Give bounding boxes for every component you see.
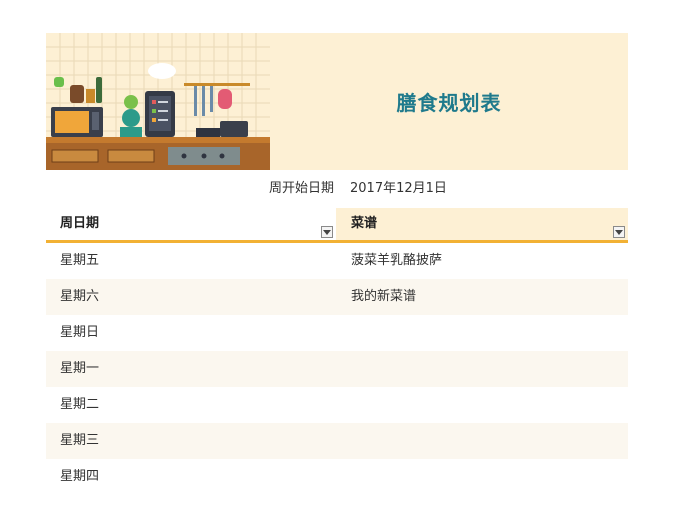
day-cell[interactable]: 星期日 xyxy=(60,315,99,351)
chevron-down-icon xyxy=(615,229,623,235)
day-cell[interactable]: 星期五 xyxy=(60,243,99,279)
recipe-cell[interactable]: 我的新菜谱 xyxy=(351,279,416,315)
table-row: 星期二 xyxy=(46,387,628,423)
day-cell[interactable]: 星期四 xyxy=(60,459,99,495)
kitchen-illustration xyxy=(46,33,270,170)
day-cell[interactable]: 星期一 xyxy=(60,351,99,387)
table-row: 星期三 xyxy=(46,423,628,459)
header-banner: 膳食规划表 xyxy=(46,33,628,170)
start-date-label: 周开始日期 xyxy=(268,181,334,196)
column-header-day[interactable]: 周日期 xyxy=(46,208,336,240)
table-header: 周日期 菜谱 xyxy=(46,208,628,243)
filter-dropdown-recipe[interactable] xyxy=(613,226,625,238)
column-header-recipe[interactable]: 菜谱 xyxy=(336,208,628,240)
chevron-down-icon xyxy=(323,229,331,235)
table-row: 星期一 xyxy=(46,351,628,387)
filter-dropdown-day[interactable] xyxy=(321,226,333,238)
recipe-cell[interactable]: 菠菜羊乳酪披萨 xyxy=(351,243,442,279)
day-cell[interactable]: 星期六 xyxy=(60,279,99,315)
column-header-recipe-label: 菜谱 xyxy=(351,216,378,231)
column-header-day-label: 周日期 xyxy=(60,216,100,231)
table-body: 星期五 菠菜羊乳酪披萨 星期六 我的新菜谱 星期日 星期一 星期二 星期三 星期… xyxy=(46,243,628,495)
day-cell[interactable]: 星期二 xyxy=(60,387,99,423)
table-row: 星期四 xyxy=(46,459,628,495)
page-title: 膳食规划表 xyxy=(396,91,502,115)
day-cell[interactable]: 星期三 xyxy=(60,423,99,459)
table-row: 星期六 我的新菜谱 xyxy=(46,279,628,315)
table-row: 星期五 菠菜羊乳酪披萨 xyxy=(46,243,628,279)
table-row: 星期日 xyxy=(46,315,628,351)
start-date-value[interactable]: 2017年12月1日 xyxy=(350,178,447,200)
